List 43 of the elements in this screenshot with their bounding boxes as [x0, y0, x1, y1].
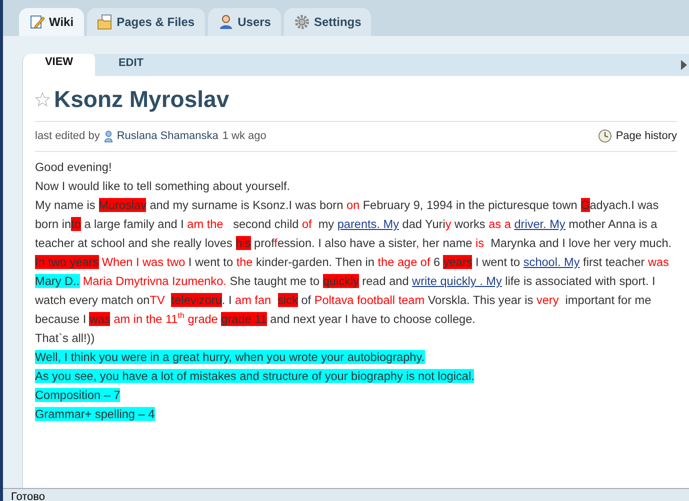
link[interactable]: school. My — [523, 255, 580, 269]
highlight: sick — [278, 293, 298, 307]
right-arrow-icon[interactable] — [681, 60, 687, 70]
link[interactable]: parents. My — [337, 217, 399, 231]
paragraph: That`s all!)) — [35, 330, 96, 347]
status-bar: Готово — [3, 488, 689, 501]
highlight: years — [443, 255, 472, 269]
paragraph: Good evening! — [35, 159, 113, 176]
star-icon[interactable] — [35, 92, 50, 107]
user-icon — [104, 130, 113, 142]
gear-icon — [294, 14, 310, 30]
tab[interactable]: Settings — [284, 8, 372, 36]
editor-link[interactable]: Ruslana Shamanska — [116, 130, 218, 142]
highlight: to — [71, 217, 81, 231]
view-tab[interactable]: VIEW — [23, 54, 95, 76]
highlight: quickly — [322, 274, 359, 288]
tab[interactable]: Users — [208, 8, 281, 36]
highlight: Mary D.. — [35, 274, 80, 288]
link[interactable]: driver. My — [514, 217, 566, 231]
highlight: Grammar+ spelling – 4 — [35, 407, 155, 421]
highlight: televizoru — [171, 293, 222, 307]
clock-icon — [598, 129, 612, 143]
link[interactable]: write quickly . My — [412, 274, 502, 288]
highlight: grade 11 — [221, 312, 267, 326]
view-tab[interactable]: EDIT — [95, 54, 167, 76]
highlight: In two years — [35, 255, 99, 269]
highlight: Composition – 7 — [35, 388, 120, 402]
tab[interactable]: Wiki — [19, 8, 84, 36]
highlight: was — [89, 312, 110, 326]
highlight: G — [580, 198, 590, 212]
highlight: Well, I think you were in a great hurry, when you wrote your autobiography. — [35, 350, 424, 364]
pencil-page-icon — [29, 14, 45, 30]
page-history-link[interactable]: Page history — [616, 130, 677, 142]
highlight: As you see, you have a lot of mistakes and structure of your biography is not logical. — [35, 369, 474, 383]
tab[interactable]: Pages & Files — [86, 8, 205, 36]
edited-time: 1 wk ago — [222, 130, 266, 142]
highlight: his — [236, 236, 251, 250]
paragraph: In two years When I was two I went to the kinder-garden. Then in the age of 6 years I went to school. My first teacher was Mary D.. Maria Dmytrivna Izumenko. She taught me to quickly read and write quickly . My life is associated with sport. I watch every match onTV televizoru. I am fan sick of Poltava football team Vorskla. This year is very important for me because I was am in the 11$^{th}$ grade grade 11 and next year I have to choose college. — [35, 254, 670, 328]
paragraph: Now I would like to tell something about yourself. — [35, 178, 292, 195]
folder-page-icon — [96, 14, 113, 30]
page-title: Ksonz Myroslav — [54, 86, 230, 113]
user-icon — [218, 14, 234, 30]
edited-label: last edited by — [35, 130, 100, 142]
